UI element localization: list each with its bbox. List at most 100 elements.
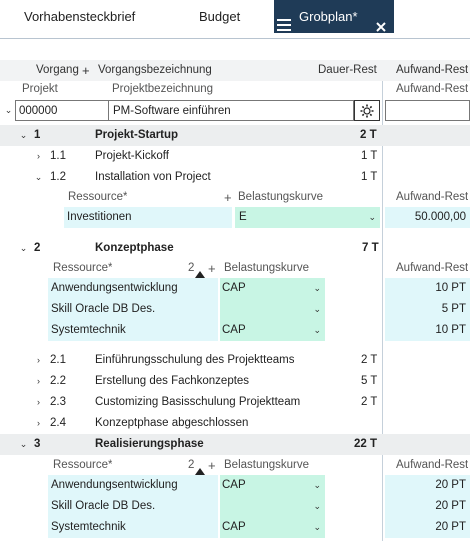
tab-grobplan[interactable]: Grobplan* [274, 0, 394, 33]
belastungskurve-select[interactable]: ⌄ [220, 299, 325, 320]
resource-field[interactable]: Investitionen [64, 207, 232, 228]
aufwand-field[interactable]: 20 PT [385, 475, 470, 496]
menu-icon[interactable] [277, 10, 291, 31]
aufwand-field[interactable]: 5 PT [385, 299, 470, 320]
chevron-down-icon: ⌄ [368, 212, 376, 222]
column-header: Vorgang + Vorgangsbezeichnung Dauer-Rest… [0, 60, 470, 81]
task-name: Einführungsschulung des Projektteams [95, 354, 295, 366]
header-aufwand-rest: Aufwand-Rest [396, 459, 469, 471]
belastungskurve-select[interactable]: E ⌄ [235, 207, 380, 228]
phase-row[interactable]: ⌄ 2 Konzeptphase 7 T [0, 238, 470, 259]
task-row[interactable]: › 2.4 Konzeptphase abgeschlossen [0, 413, 470, 434]
task-row[interactable]: › 2.2 Erstellung des Fachkonzeptes 5 T [0, 371, 470, 392]
chevron-down-icon: ⌄ [313, 325, 321, 335]
tab-label: Grobplan* [299, 9, 358, 24]
task-number: 2.4 [50, 417, 66, 429]
task-row[interactable]: › 2.3 Customizing Basisschulung Projektt… [0, 392, 470, 413]
phase-duration: 22 T [354, 438, 378, 450]
aufwand-field[interactable]: 20 PT [385, 496, 470, 517]
chevron-right-icon[interactable]: › [34, 371, 43, 392]
add-resource-button[interactable]: + [224, 187, 232, 208]
phase-row[interactable]: ⌄ 1 Projekt-Startup 2 T [0, 125, 470, 146]
header-vorgangsbezeichnung[interactable]: Vorgangsbezeichnung [98, 60, 212, 81]
belastungskurve-select[interactable]: CAP ⌄ [220, 475, 325, 496]
chevron-down-icon[interactable]: ⌄ [34, 167, 43, 188]
resource-header: Ressource* 2 + Belastungskurve Aufwand-R… [0, 455, 470, 476]
tab-vorhabensteckbrief[interactable]: Vorhabensteckbrief [24, 0, 135, 33]
header-aufwand-rest: Aufwand-Rest [396, 83, 469, 95]
task-row[interactable]: ⌄ 1.2 Installation von Project 1 T [0, 167, 470, 188]
aufwand-field[interactable]: 50.000,00 [385, 207, 470, 228]
task-duration: 5 T [361, 375, 378, 387]
resource-header: Ressource* 2 + Belastungskurve Aufwand-R… [0, 258, 470, 279]
tab-label: Vorhabensteckbrief [24, 9, 136, 24]
resource-row[interactable]: Skill Oracle DB Des. ⌄ 5 PT [0, 299, 470, 320]
aufwand-field[interactable]: 10 PT [385, 278, 470, 299]
task-duration: 2 T [361, 396, 378, 408]
belastungskurve-select[interactable]: CAP ⌄ [220, 517, 325, 538]
add-resource-button[interactable]: + [208, 258, 216, 279]
project-header: Projekt Projektbezeichnung Aufwand-Rest [0, 79, 470, 100]
resource-field[interactable]: Systemtechnik [48, 517, 218, 538]
chevron-right-icon[interactable]: › [34, 392, 43, 413]
task-name: Projekt-Kickoff [95, 150, 169, 162]
task-name: Konzeptphase abgeschlossen [95, 417, 249, 429]
resource-row[interactable]: Investitionen E ⌄ 50.000,00 [0, 207, 470, 228]
chevron-down-icon: ⌄ [313, 304, 321, 314]
chevron-down-icon[interactable]: ⌄ [19, 238, 28, 259]
chevron-down-icon[interactable]: ⌄ [19, 434, 28, 455]
belastungskurve-select[interactable]: ⌄ [220, 496, 325, 517]
task-duration: 1 T [361, 150, 378, 162]
tab-label: Budget [199, 9, 241, 24]
resource-field[interactable]: Skill Oracle DB Des. [48, 496, 218, 517]
header-vorgang[interactable]: Vorgang [36, 60, 79, 81]
header-ressource: Ressource* [53, 262, 113, 274]
aufwand-field[interactable]: 20 PT [385, 517, 470, 538]
task-row[interactable]: › 2.1 Einführungsschulung des Projekttea… [0, 350, 470, 371]
select-value: CAP [222, 521, 246, 533]
task-number: 1.2 [50, 171, 66, 183]
select-value: CAP [222, 282, 246, 294]
chevron-right-icon[interactable]: › [34, 413, 43, 434]
resource-row[interactable]: Anwendungsentwicklung CAP ⌄ 20 PT [0, 475, 470, 496]
phase-row[interactable]: ⌄ 3 Realisierungsphase 22 T [0, 434, 470, 455]
task-number: 2.2 [50, 375, 66, 387]
chevron-right-icon[interactable]: › [34, 350, 43, 371]
chevron-down-icon: ⌄ [313, 480, 321, 490]
belastungskurve-select[interactable]: CAP ⌄ [220, 320, 325, 341]
add-resource-button[interactable]: + [208, 455, 216, 476]
project-id-field[interactable]: 000000 [15, 100, 109, 121]
tab-budget[interactable]: Budget [199, 0, 240, 33]
task-row[interactable]: › 1.1 Projekt-Kickoff 1 T [0, 146, 470, 167]
task-name: Customizing Basisschulung Projektteam [95, 396, 301, 408]
phase-number: 2 [34, 242, 41, 254]
resource-field[interactable]: Anwendungsentwicklung [48, 278, 218, 299]
gear-icon[interactable] [354, 100, 380, 121]
resource-field[interactable]: Skill Oracle DB Des. [48, 299, 218, 320]
resource-row[interactable]: Systemtechnik CAP ⌄ 10 PT [0, 320, 470, 341]
chevron-down-icon: ⌄ [313, 501, 321, 511]
resource-row[interactable]: Systemtechnik CAP ⌄ 20 PT [0, 517, 470, 538]
chevron-down-icon[interactable]: ⌄ [19, 125, 28, 146]
resource-field[interactable]: Systemtechnik [48, 320, 218, 341]
resource-field[interactable]: Anwendungsentwicklung [48, 475, 218, 496]
close-icon[interactable] [376, 11, 386, 32]
chevron-right-icon[interactable]: › [34, 146, 43, 167]
header-ressource: Ressource* [53, 459, 113, 471]
header-aufwand-rest[interactable]: Aufwand-Rest [396, 60, 468, 81]
aufwand-field[interactable]: 10 PT [385, 320, 470, 341]
header-projekt: Projekt [22, 83, 58, 95]
task-duration: 2 T [361, 354, 378, 366]
project-name-field[interactable]: PM-Software einführen [109, 100, 354, 121]
belastungskurve-select[interactable]: CAP ⌄ [220, 278, 325, 299]
resource-row[interactable]: Skill Oracle DB Des. ⌄ 20 PT [0, 496, 470, 517]
phase-number: 1 [34, 129, 41, 141]
add-vorgang-button[interactable]: + [82, 60, 90, 81]
chevron-down-icon[interactable]: ⌄ [4, 100, 13, 121]
phase-duration: 2 T [360, 129, 377, 141]
project-aufwand-field[interactable] [385, 100, 470, 121]
task-name: Installation von Project [95, 171, 211, 183]
header-belastungskurve: Belastungskurve [224, 262, 310, 274]
header-dauer-rest[interactable]: Dauer-Rest [318, 60, 377, 81]
resource-row[interactable]: Anwendungsentwicklung CAP ⌄ 10 PT [0, 278, 470, 299]
